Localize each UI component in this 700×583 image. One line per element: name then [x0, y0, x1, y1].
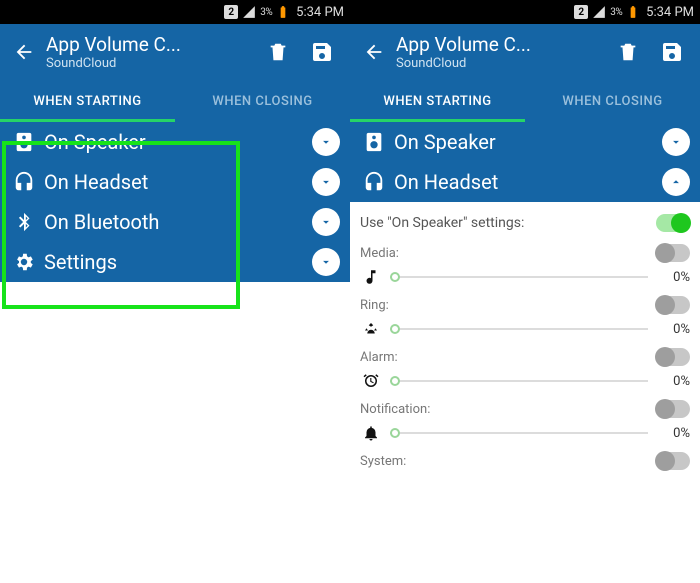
status-bar: 2 3% 5:34 PM [350, 0, 700, 24]
tab-when-starting[interactable]: WHEN STARTING [350, 80, 525, 122]
expand-toggle[interactable] [312, 208, 340, 236]
clock: 5:34 PM [646, 5, 694, 20]
expand-toggle[interactable] [312, 168, 340, 196]
option-label: On Speaker [38, 130, 312, 154]
screen-left: 2 3% 5:34 PM App Volume C... SoundCloud … [0, 0, 350, 583]
delete-button[interactable] [256, 30, 300, 74]
alarm-percent: 0% [656, 374, 690, 389]
battery-text: 3% [260, 7, 272, 18]
speaker-icon [360, 131, 388, 153]
notification-switch[interactable] [656, 400, 690, 418]
app-bar: App Volume C... SoundCloud [350, 24, 700, 80]
alarm-icon [360, 372, 382, 390]
alarm-label: Alarm: [360, 350, 398, 365]
notification-label: Notification: [360, 402, 430, 417]
bell-icon [360, 424, 382, 442]
app-title: App Volume C... [46, 33, 256, 56]
headset-icon [10, 171, 38, 193]
option-speaker[interactable]: On Speaker [0, 122, 350, 162]
tab-when-closing[interactable]: WHEN CLOSING [175, 80, 350, 122]
signal-icon [242, 5, 256, 19]
ring-percent: 0% [656, 322, 690, 337]
battery-icon [276, 5, 290, 19]
bluetooth-icon [10, 211, 38, 233]
status-bar: 2 3% 5:34 PM [0, 0, 350, 24]
tab-when-closing[interactable]: WHEN CLOSING [525, 80, 700, 122]
expand-toggle[interactable] [312, 128, 340, 156]
speaker-icon [10, 131, 38, 153]
option-label: On Headset [38, 170, 312, 194]
ring-icon [360, 320, 382, 338]
battery-icon [626, 5, 640, 19]
expand-toggle[interactable] [312, 248, 340, 276]
option-headset[interactable]: On Headset [350, 162, 700, 202]
use-speaker-label: Use "On Speaker" settings: [360, 215, 656, 231]
options-list: On Speaker On Headset On Bluetooth Setti… [0, 122, 350, 282]
alarm-slider[interactable] [390, 380, 648, 382]
notification-slider[interactable] [390, 432, 648, 434]
ring-slider[interactable] [390, 328, 648, 330]
option-settings[interactable]: Settings [0, 242, 350, 282]
headset-panel: Use "On Speaker" settings: Media: 0% Rin… [350, 202, 700, 472]
app-title: App Volume C... [396, 33, 606, 56]
option-label: On Speaker [388, 130, 662, 154]
options-list: On Speaker On Headset [350, 122, 700, 202]
alarm-switch[interactable] [656, 348, 690, 366]
option-speaker[interactable]: On Speaker [350, 122, 700, 162]
media-switch[interactable] [656, 244, 690, 262]
screen-right: 2 3% 5:34 PM App Volume C... SoundCloud … [350, 0, 700, 583]
app-subtitle: SoundCloud [46, 56, 256, 71]
tab-when-starting[interactable]: WHEN STARTING [0, 80, 175, 122]
expand-toggle[interactable] [662, 128, 690, 156]
option-headset[interactable]: On Headset [0, 162, 350, 202]
back-button[interactable] [356, 34, 392, 70]
tabs: WHEN STARTING WHEN CLOSING [0, 80, 350, 122]
volume-ring: Ring: 0% [360, 294, 690, 342]
notification-percent: 0% [656, 426, 690, 441]
sim-icon: 2 [574, 5, 588, 19]
ring-label: Ring: [360, 298, 389, 313]
media-slider[interactable] [390, 276, 648, 278]
tabs: WHEN STARTING WHEN CLOSING [350, 80, 700, 122]
media-label: Media: [360, 246, 399, 261]
gear-icon [10, 251, 38, 273]
option-bluetooth[interactable]: On Bluetooth [0, 202, 350, 242]
option-label: On Headset [388, 170, 662, 194]
signal-icon [592, 5, 606, 19]
volume-system: System: [360, 450, 690, 472]
app-bar: App Volume C... SoundCloud [0, 24, 350, 80]
save-button[interactable] [650, 30, 694, 74]
volume-notification: Notification: 0% [360, 398, 690, 446]
music-note-icon [360, 268, 382, 286]
clock: 5:34 PM [296, 5, 344, 20]
collapse-toggle[interactable] [662, 168, 690, 196]
use-speaker-switch[interactable] [656, 214, 690, 232]
sim-icon: 2 [224, 5, 238, 19]
save-button[interactable] [300, 30, 344, 74]
option-label: On Bluetooth [38, 210, 312, 234]
media-percent: 0% [656, 270, 690, 285]
headset-icon [360, 171, 388, 193]
ring-switch[interactable] [656, 296, 690, 314]
volume-alarm: Alarm: 0% [360, 346, 690, 394]
battery-text: 3% [610, 7, 622, 18]
system-switch[interactable] [656, 452, 690, 470]
system-label: System: [360, 454, 406, 469]
app-subtitle: SoundCloud [396, 56, 606, 71]
back-button[interactable] [6, 34, 42, 70]
volume-media: Media: 0% [360, 242, 690, 290]
option-label: Settings [38, 250, 312, 274]
delete-button[interactable] [606, 30, 650, 74]
